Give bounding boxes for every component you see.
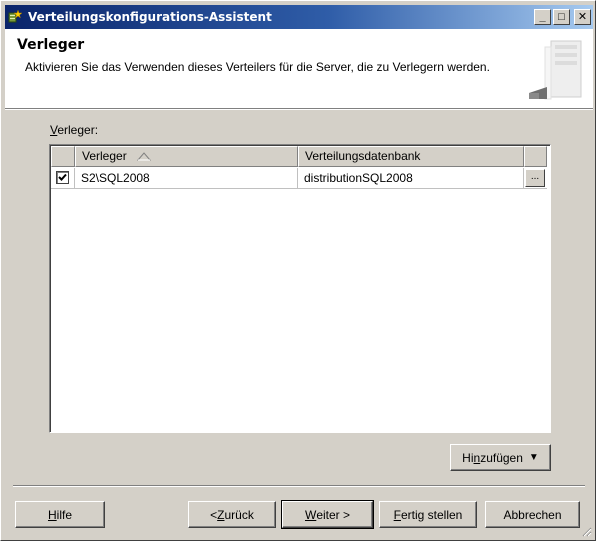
resize-grip-icon[interactable]	[580, 525, 592, 537]
column-header-publisher[interactable]: Verleger	[75, 146, 298, 167]
header-browse-column	[524, 146, 547, 167]
title-bar[interactable]: Verteilungskonfigurations-Assistent _ □ …	[5, 5, 593, 29]
table-row[interactable]: S2\SQL2008 distributionSQL2008 ...	[51, 168, 547, 189]
publishers-label: Verleger:	[50, 123, 99, 137]
wizard-header: Verleger Aktivieren Sie das Verwenden di…	[5, 29, 593, 109]
page-description: Aktivieren Sie das Verwenden dieses Vert…	[25, 60, 490, 74]
maximize-button[interactable]: □	[553, 9, 570, 25]
server-illustration-icon	[525, 37, 587, 103]
sort-ascending-icon	[136, 152, 151, 161]
back-button[interactable]: < Zurück	[188, 501, 276, 528]
header-check-column[interactable]	[51, 146, 75, 167]
minimize-button[interactable]: _	[534, 9, 551, 25]
add-publisher-button[interactable]: Hi n zufügen ▼	[450, 444, 551, 471]
next-button[interactable]: Weiter >	[281, 500, 374, 529]
column-header-distribution-db[interactable]: Verteilungsdatenbank	[298, 146, 524, 167]
wizard-window: Verteilungskonfigurations-Assistent _ □ …	[0, 0, 596, 541]
wizard-app-icon	[7, 9, 25, 25]
page-title: Verleger	[17, 37, 85, 53]
distribution-db-cell[interactable]: distributionSQL2008	[298, 168, 524, 189]
checkmark-icon	[58, 173, 67, 181]
window-title: Verteilungskonfigurations-Assistent	[28, 10, 272, 24]
grid-header: Verleger Verteilungsdatenbank	[51, 146, 547, 167]
help-button[interactable]: Hilfe	[15, 501, 105, 528]
dropdown-arrow-icon: ▼	[528, 452, 539, 463]
publisher-enabled-checkbox[interactable]	[56, 171, 69, 184]
publisher-cell[interactable]: S2\SQL2008	[75, 168, 298, 189]
close-button[interactable]: ✕	[574, 9, 591, 25]
header-separator	[5, 109, 593, 110]
cancel-button[interactable]: Abbrechen	[485, 501, 580, 528]
publishers-grid[interactable]: Verleger Verteilungsdatenbank S2\SQL2008	[49, 144, 551, 433]
browse-database-button[interactable]: ...	[525, 169, 545, 187]
finish-button[interactable]: Fertig stellen	[379, 501, 477, 528]
footer-divider	[13, 485, 585, 487]
